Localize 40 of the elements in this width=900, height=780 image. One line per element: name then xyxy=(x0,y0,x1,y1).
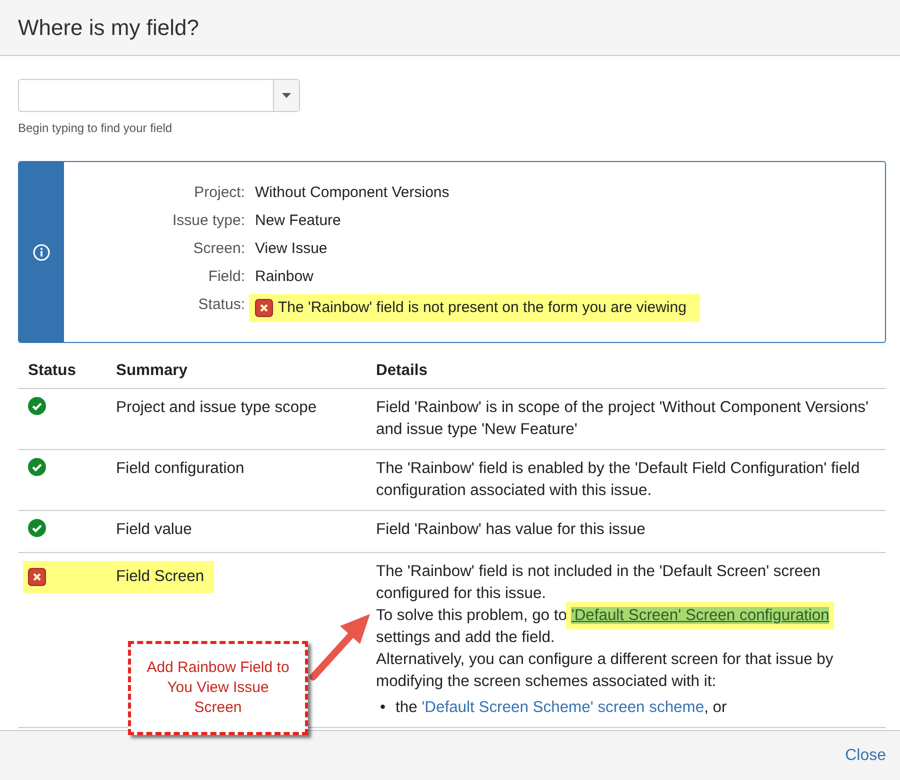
details-text: Field 'Rainbow' is in scope of the project 'Without Component Versions' and issue type 'New Feature' xyxy=(376,398,870,440)
summary-text: Field value xyxy=(116,520,192,540)
close-link[interactable]: Close xyxy=(845,746,886,764)
info-value: Rainbow xyxy=(255,267,314,287)
column-header: Summary xyxy=(106,355,366,388)
column-header: Details xyxy=(366,355,886,388)
summary-text: Project and issue type scope xyxy=(116,398,317,418)
field-select[interactable] xyxy=(18,79,300,112)
info-value: New Feature xyxy=(255,211,341,231)
details-text: The 'Rainbow' field is not included in the 'Default Screen' screen configured for this issue. xyxy=(376,562,822,604)
info-label: Project: xyxy=(193,183,245,203)
details-text: The 'Rainbow' field is enabled by the 'Default Field Configuration' field configuration associated with this issue. xyxy=(376,459,861,501)
details-text: the 'Default Screen Scheme' screen scheme, or xyxy=(396,698,727,718)
check-icon xyxy=(28,397,46,415)
summary-text: Field configuration xyxy=(116,459,244,479)
info-label: Field: xyxy=(207,267,245,287)
error-icon xyxy=(255,299,273,317)
info-value: View Issue xyxy=(255,239,328,259)
screen-scheme-link[interactable]: 'Default Screen Scheme' screen scheme xyxy=(422,699,704,716)
bullet-marker: • xyxy=(380,698,386,718)
annotation-callout: Add Rainbow Field to You View Issue Screen xyxy=(128,641,308,735)
info-value: Without Component Versions xyxy=(255,183,450,203)
dialog-title: Where is my field? xyxy=(18,14,199,40)
details-text: To solve this problem, go to 'Default Screen' Screen configuration settings and add the field. xyxy=(376,606,830,648)
error-icon xyxy=(28,568,46,586)
details-text: Alternatively, you can configure a different screen for that issue by modifying the screen schemes associated with it: xyxy=(376,650,834,692)
annotation-arrow xyxy=(308,612,372,682)
summary-text: Field Screen xyxy=(116,567,204,587)
screen-configuration-link[interactable]: 'Default Screen' Screen configuration xyxy=(571,607,830,624)
info-label: Status: xyxy=(197,295,245,315)
dropdown-caret-icon xyxy=(282,93,291,98)
check-icon xyxy=(28,519,46,537)
field-hint: Begin typing to find your field xyxy=(18,121,174,135)
info-label: Issue type: xyxy=(171,211,245,231)
info-icon xyxy=(33,244,50,260)
info-label: Screen: xyxy=(192,239,245,259)
check-icon xyxy=(28,458,46,476)
column-header: Status xyxy=(18,355,106,388)
status-text: The 'Rainbow' field is not present on the form you are viewing xyxy=(278,298,686,318)
details-text: Field 'Rainbow' has value for this issue xyxy=(376,520,646,540)
